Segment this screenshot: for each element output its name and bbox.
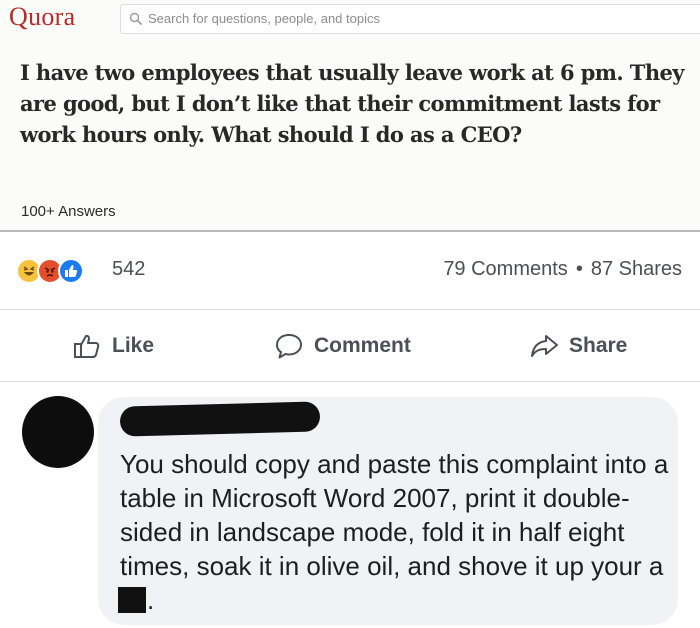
search-input[interactable]: Search for questions, people, and topics xyxy=(148,11,380,26)
quora-logo[interactable]: Quora xyxy=(9,2,75,32)
like-label: Like xyxy=(112,334,155,357)
comments-count[interactable]: 79 Comments xyxy=(443,258,568,280)
comment-button[interactable]: Comment xyxy=(274,328,411,364)
reaction-count[interactable]: 542 xyxy=(112,258,145,281)
question-title[interactable]: I have two employees that usually leave … xyxy=(20,57,690,150)
quora-header: Quora Search for questions, people, and … xyxy=(0,0,700,44)
avatar[interactable] xyxy=(22,396,94,468)
share-button[interactable]: Share xyxy=(529,328,627,364)
quora-screenshot: Quora Search for questions, people, and … xyxy=(0,0,700,232)
redacted-word xyxy=(118,587,146,613)
search-bar[interactable]: Search for questions, people, and topics xyxy=(120,4,700,34)
post-stats: 542 79 Comments • 87 Shares xyxy=(0,240,700,300)
like-icon xyxy=(74,334,100,358)
like-button[interactable]: Like xyxy=(72,328,154,364)
comment-text-end: . xyxy=(147,585,155,615)
divider xyxy=(0,309,700,310)
post-action-bar: Like Comment Share xyxy=(0,320,700,374)
share-icon xyxy=(531,335,558,357)
shares-count[interactable]: 87 Shares xyxy=(591,258,682,280)
share-label: Share xyxy=(569,334,628,357)
answers-count[interactable]: 100+ Answers xyxy=(21,203,116,220)
like-thumb-icon xyxy=(58,258,84,284)
divider xyxy=(0,230,700,232)
engagement-counts: 79 Comments • 87 Shares xyxy=(443,258,682,281)
reactions-summary[interactable] xyxy=(16,258,112,284)
comment-icon xyxy=(276,334,302,359)
comment-text-main: You should copy and paste this complaint… xyxy=(120,449,669,581)
comment-label: Comment xyxy=(314,334,411,357)
search-icon xyxy=(129,12,143,26)
separator-dot: • xyxy=(575,258,583,280)
divider xyxy=(0,381,700,382)
redacted-commenter-name xyxy=(119,401,321,437)
comment-text: You should copy and paste this complaint… xyxy=(118,447,675,617)
